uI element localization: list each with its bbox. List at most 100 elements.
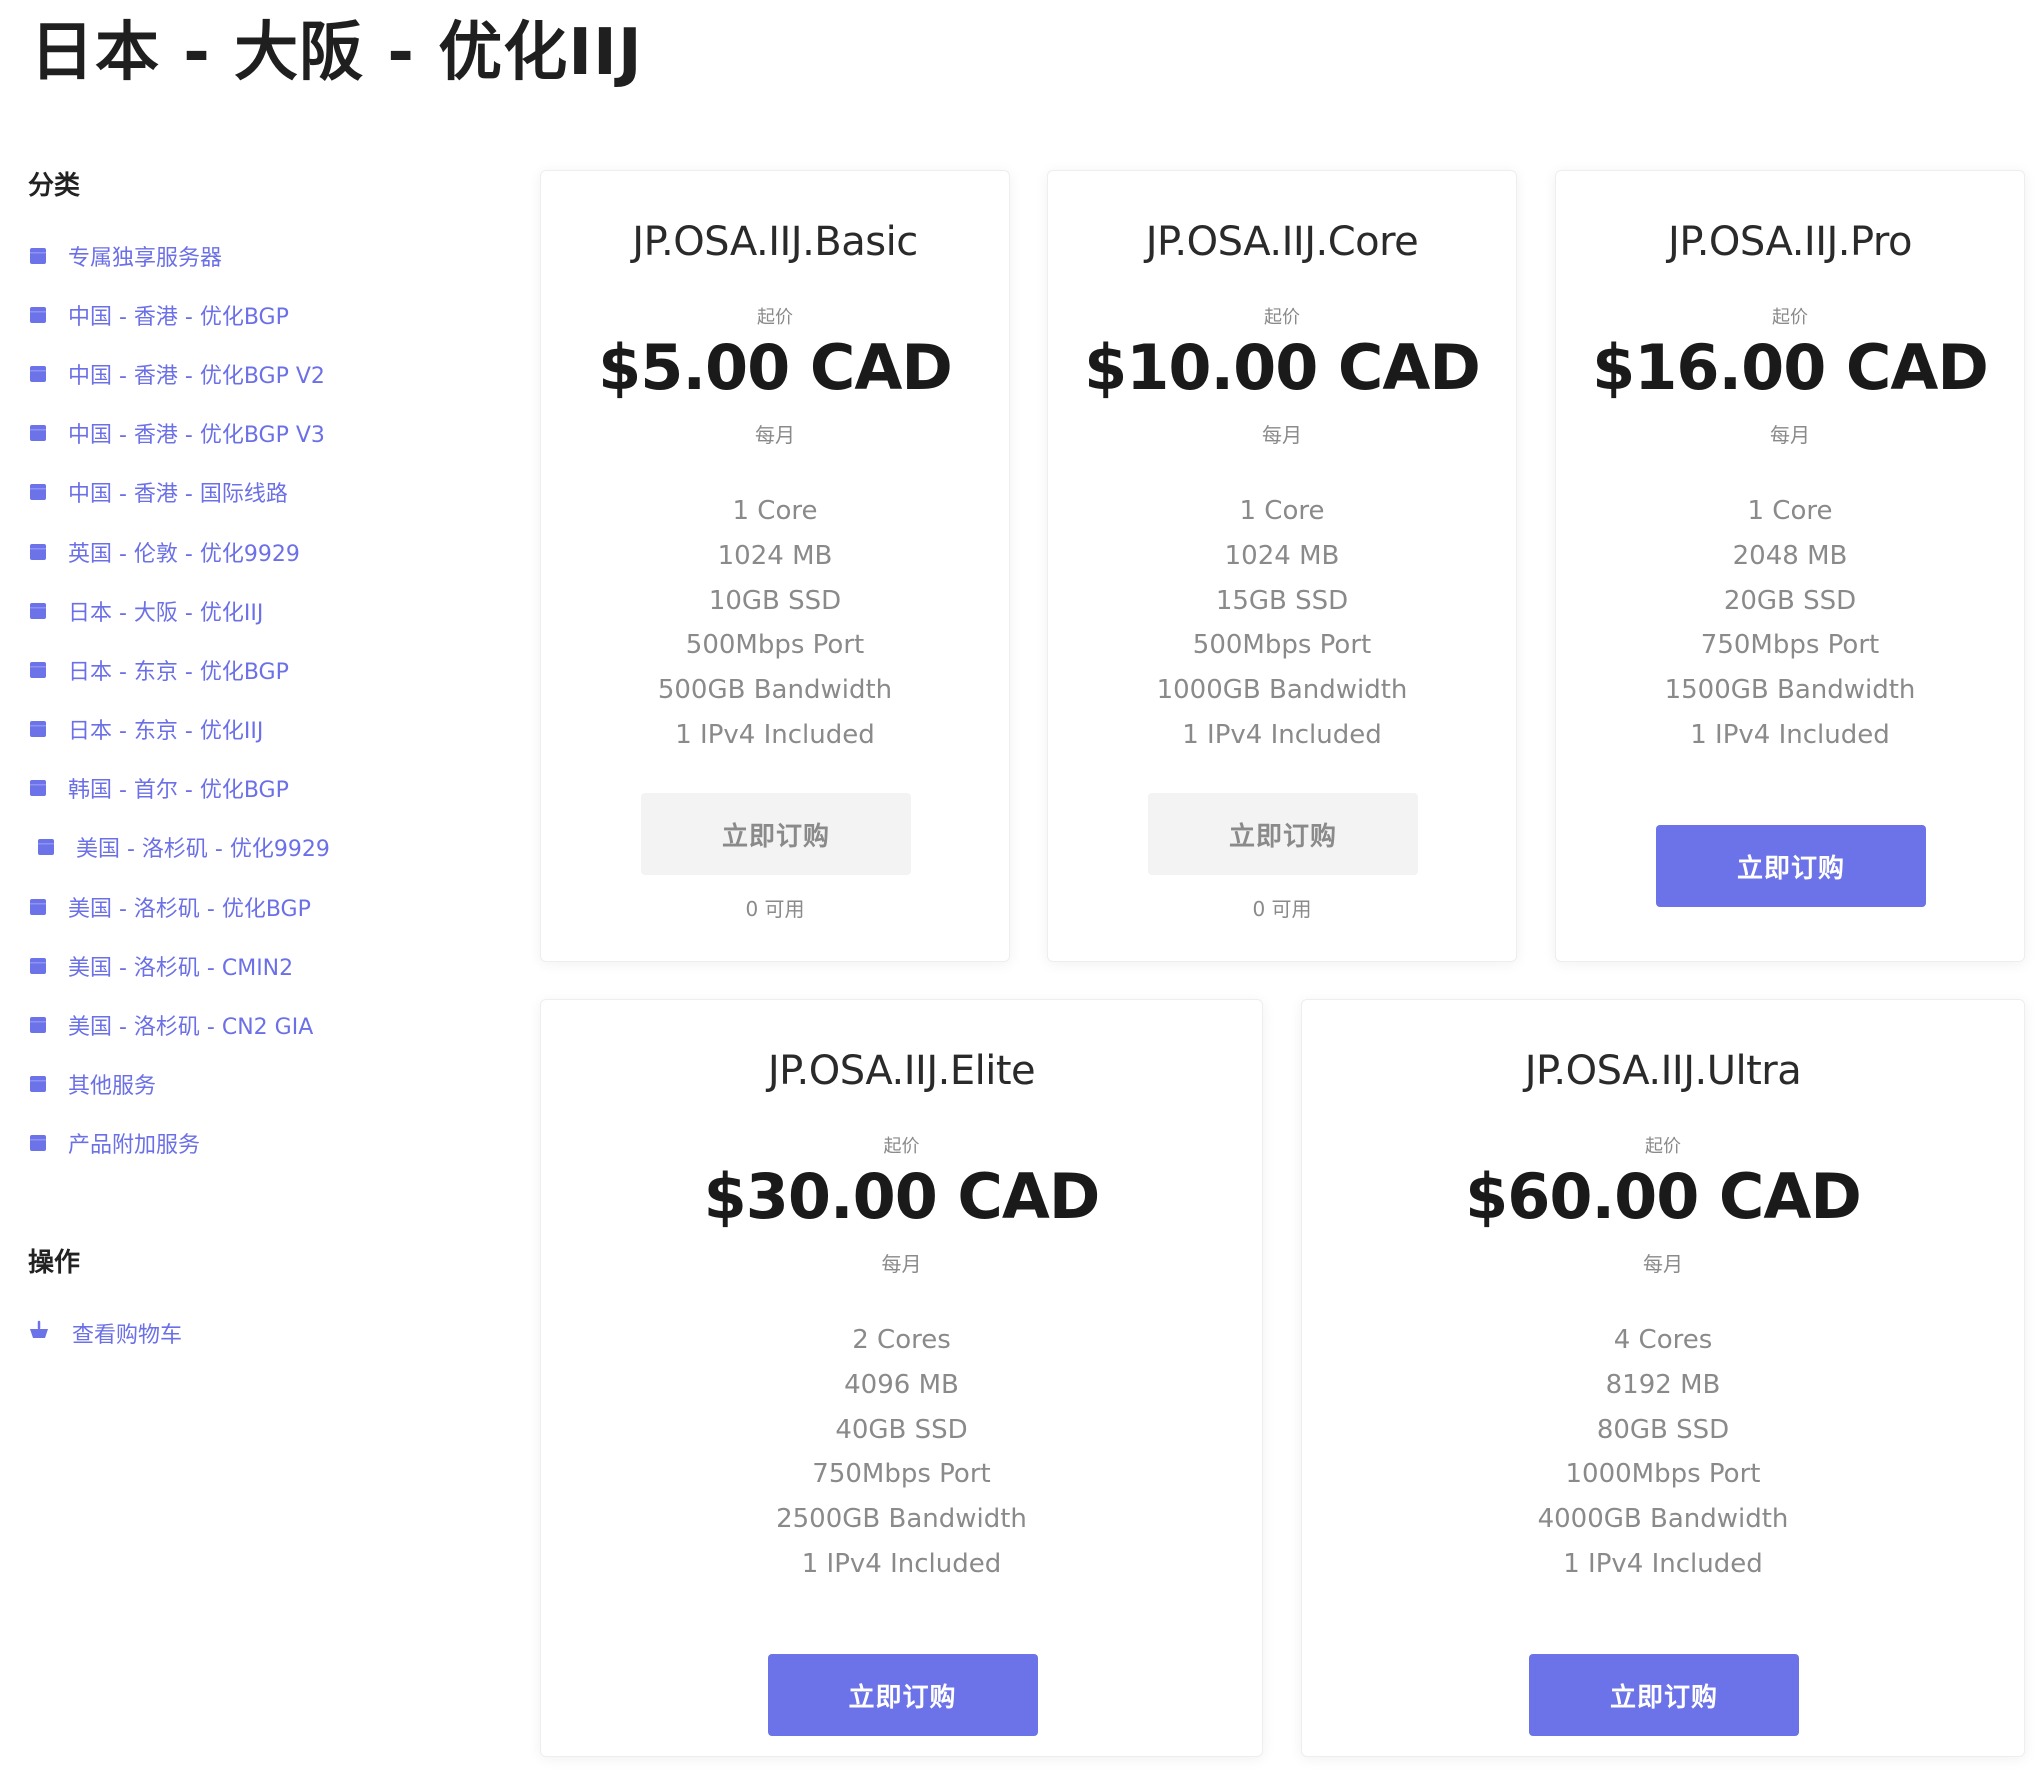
sidebar-category-item[interactable]: 美国 - 洛杉矶 - CN2 GIA (28, 995, 508, 1054)
feature-item: 500GB Bandwidth (657, 675, 893, 706)
folder-icon (28, 365, 68, 383)
folder-icon (28, 720, 68, 738)
page-title: 日本 - 大阪 - 优化IIJ (30, 16, 643, 90)
feature-item: 2 Cores (852, 1325, 951, 1355)
product-name: JP.OSA.IIJ.Basic (632, 219, 918, 265)
sidebar-category-item[interactable]: 专属独享服务器 (28, 226, 508, 285)
category-list: 专属独享服务器中国 - 香港 - 优化BGP 中国 - 香港 - 优化BGP V2… (28, 226, 508, 1173)
action-list: 查看购物车 (28, 1303, 508, 1362)
feature-item: 20GB SSD (1723, 585, 1857, 616)
order-now-button[interactable]: 立即订购 (641, 793, 911, 875)
sidebar-category-item[interactable]: 美国 - 洛杉矶 - 优化BGP (28, 877, 508, 936)
feature-item: 80GB SSD (1596, 1414, 1730, 1445)
sidebar-category-label: 中国 - 香港 - 优化BGP (68, 304, 289, 330)
sidebar-category-item[interactable]: 中国 - 香港 - 优化BGP V3 (28, 404, 508, 463)
feature-item: 1 IPv4 Included (675, 719, 875, 750)
product-price: $60.00 CAD (1465, 1160, 1862, 1233)
feature-item: 750Mbps Port (812, 1459, 991, 1490)
sidebar-category-label: 中国 - 香港 - 优化BGP V2 (68, 363, 325, 389)
categories-heading: 分类 (28, 171, 81, 201)
price-from-label: 起价 (1772, 307, 1808, 328)
sidebar-category-label: 美国 - 洛杉矶 - 优化BGP (68, 896, 311, 922)
feature-item: 1024 MB (1224, 540, 1340, 571)
folder-icon (28, 602, 68, 620)
product-name: JP.OSA.IIJ.Core (1145, 219, 1419, 265)
folder-icon (28, 957, 68, 975)
folder-icon (28, 661, 68, 679)
order-now-button[interactable]: 立即订购 (767, 1654, 1038, 1736)
feature-item: 1500GB Bandwidth (1664, 675, 1916, 706)
folder-icon (36, 838, 76, 856)
sidebar-category-item[interactable]: 日本 - 东京 - 优化IIJ (28, 700, 508, 759)
folder-icon (28, 543, 68, 561)
folder-icon (28, 779, 68, 797)
product-name: JP.OSA.IIJ.Pro (1668, 219, 1912, 265)
folder-icon (28, 424, 68, 442)
feature-item: 1 IPv4 Included (1690, 719, 1890, 750)
folder-icon (28, 1075, 68, 1093)
feature-item: 1 Core (1747, 496, 1833, 526)
product-price: $30.00 CAD (703, 1160, 1101, 1233)
folder-icon (28, 898, 68, 916)
product-name: JP.OSA.IIJ.Elite (767, 1048, 1036, 1094)
feature-item: 40GB SSD (835, 1414, 968, 1445)
sidebar-category-item[interactable]: 韩国 - 首尔 - 优化BGP (28, 759, 508, 818)
price-from-label: 起价 (757, 307, 793, 328)
order-now-button[interactable]: 立即订购 (1148, 793, 1418, 875)
sidebar-category-label: 产品附加服务 (68, 1133, 201, 1159)
feature-item: 4 Cores (1613, 1325, 1713, 1355)
billing-cycle: 每月 (1262, 423, 1302, 447)
view-cart-label: 查看购物车 (72, 1322, 183, 1348)
sidebar-category-label: 中国 - 香港 - 优化BGP V3 (68, 423, 325, 449)
sidebar-category-item[interactable]: 产品附加服务 (28, 1114, 508, 1173)
feature-item: 1 Core (732, 496, 818, 526)
sidebar-category-label: 中国 - 香港 - 国际线路 (68, 482, 288, 508)
feature-item: 1000GB Bandwidth (1156, 675, 1408, 706)
feature-list: 1 Core 1024 MB 15GB SSD 500Mbps Port 1000GB … (1048, 489, 1516, 758)
sidebar-category-item[interactable]: 美国 - 洛杉矶 - CMIN2 (28, 936, 508, 995)
sidebar-category-item[interactable]: 日本 - 东京 - 优化BGP (28, 640, 508, 699)
sidebar-category-item[interactable]: 中国 - 香港 - 国际线路 (28, 463, 508, 522)
sidebar-category-item[interactable]: 中国 - 香港 - 优化BGP V2 (28, 344, 508, 403)
order-now-button[interactable]: 立即订购 (1529, 1654, 1799, 1736)
sidebar-category-label: 日本 - 大阪 - 优化IIJ (68, 600, 264, 626)
folder-icon (28, 1134, 68, 1152)
sidebar-category-label: 美国 - 洛杉矶 - CMIN2 (68, 955, 294, 981)
feature-list: 1 Core 2048 MB 20GB SSD 750Mbps Port 1500GB … (1556, 489, 2024, 758)
feature-item: 4096 MB (844, 1369, 959, 1400)
feature-item: 1 IPv4 Included (1563, 1548, 1763, 1579)
sidebar: 分类 专属独享服务器中国 - 香港 - 优化BGP 中国 - 香港 - 优化BGP… (28, 160, 508, 1362)
product-name: JP.OSA.IIJ.Ultra (1524, 1048, 1802, 1094)
sidebar-category-label: 英国 - 伦敦 - 优化9929 (68, 541, 300, 567)
sidebar-category-item[interactable]: 美国 - 洛杉矶 - 优化9929 (28, 818, 508, 877)
feature-item: 15GB SSD (1215, 585, 1349, 616)
availability-count: 0 可用 (745, 897, 805, 921)
billing-cycle: 每月 (755, 423, 795, 447)
sidebar-category-item[interactable]: 其他服务 (28, 1055, 508, 1114)
product-price: $16.00 CAD (1592, 331, 1989, 404)
billing-cycle: 每月 (1770, 423, 1810, 447)
feature-item: 10GB SSD (708, 585, 842, 616)
feature-item: 1 IPv4 Included (801, 1548, 1002, 1579)
view-cart-link[interactable]: 查看购物车 (28, 1303, 508, 1362)
sidebar-category-label: 专属独享服务器 (68, 245, 223, 271)
feature-list: 1 Core 1024 MB 10GB SSD 500Mbps Port 500GB B… (541, 489, 1009, 758)
feature-item: 1 Core (1239, 496, 1325, 526)
sidebar-category-label: 其他服务 (68, 1074, 157, 1100)
order-now-button[interactable]: 立即订购 (1656, 825, 1926, 907)
feature-item: 500Mbps Port (1192, 630, 1372, 661)
sidebar-category-label: 美国 - 洛杉矶 - 优化9929 (76, 837, 330, 863)
sidebar-category-item[interactable]: 日本 - 大阪 - 优化IIJ (28, 581, 508, 640)
sidebar-category-label: 美国 - 洛杉矶 - CN2 GIA (68, 1015, 314, 1041)
billing-cycle: 每月 (881, 1252, 922, 1276)
billing-cycle: 每月 (1643, 1252, 1683, 1276)
product-card: JP.OSA.IIJ.Core 起价 $10.00 CAD 每月 1 Core 1024 … (1047, 170, 1517, 962)
availability-count: 0 可用 (1252, 897, 1312, 921)
sidebar-category-item[interactable]: 英国 - 伦敦 - 优化9929 (28, 522, 508, 581)
feature-item: 1 IPv4 Included (1182, 719, 1382, 750)
product-price: $10.00 CAD (1084, 331, 1481, 404)
sidebar-category-item[interactable]: 中国 - 香港 - 优化BGP (28, 285, 508, 344)
feature-item: 2500GB Bandwidth (776, 1504, 1027, 1535)
shopping-basket-icon (28, 1320, 72, 1346)
sidebar-category-label: 韩国 - 首尔 - 优化BGP (68, 778, 289, 804)
